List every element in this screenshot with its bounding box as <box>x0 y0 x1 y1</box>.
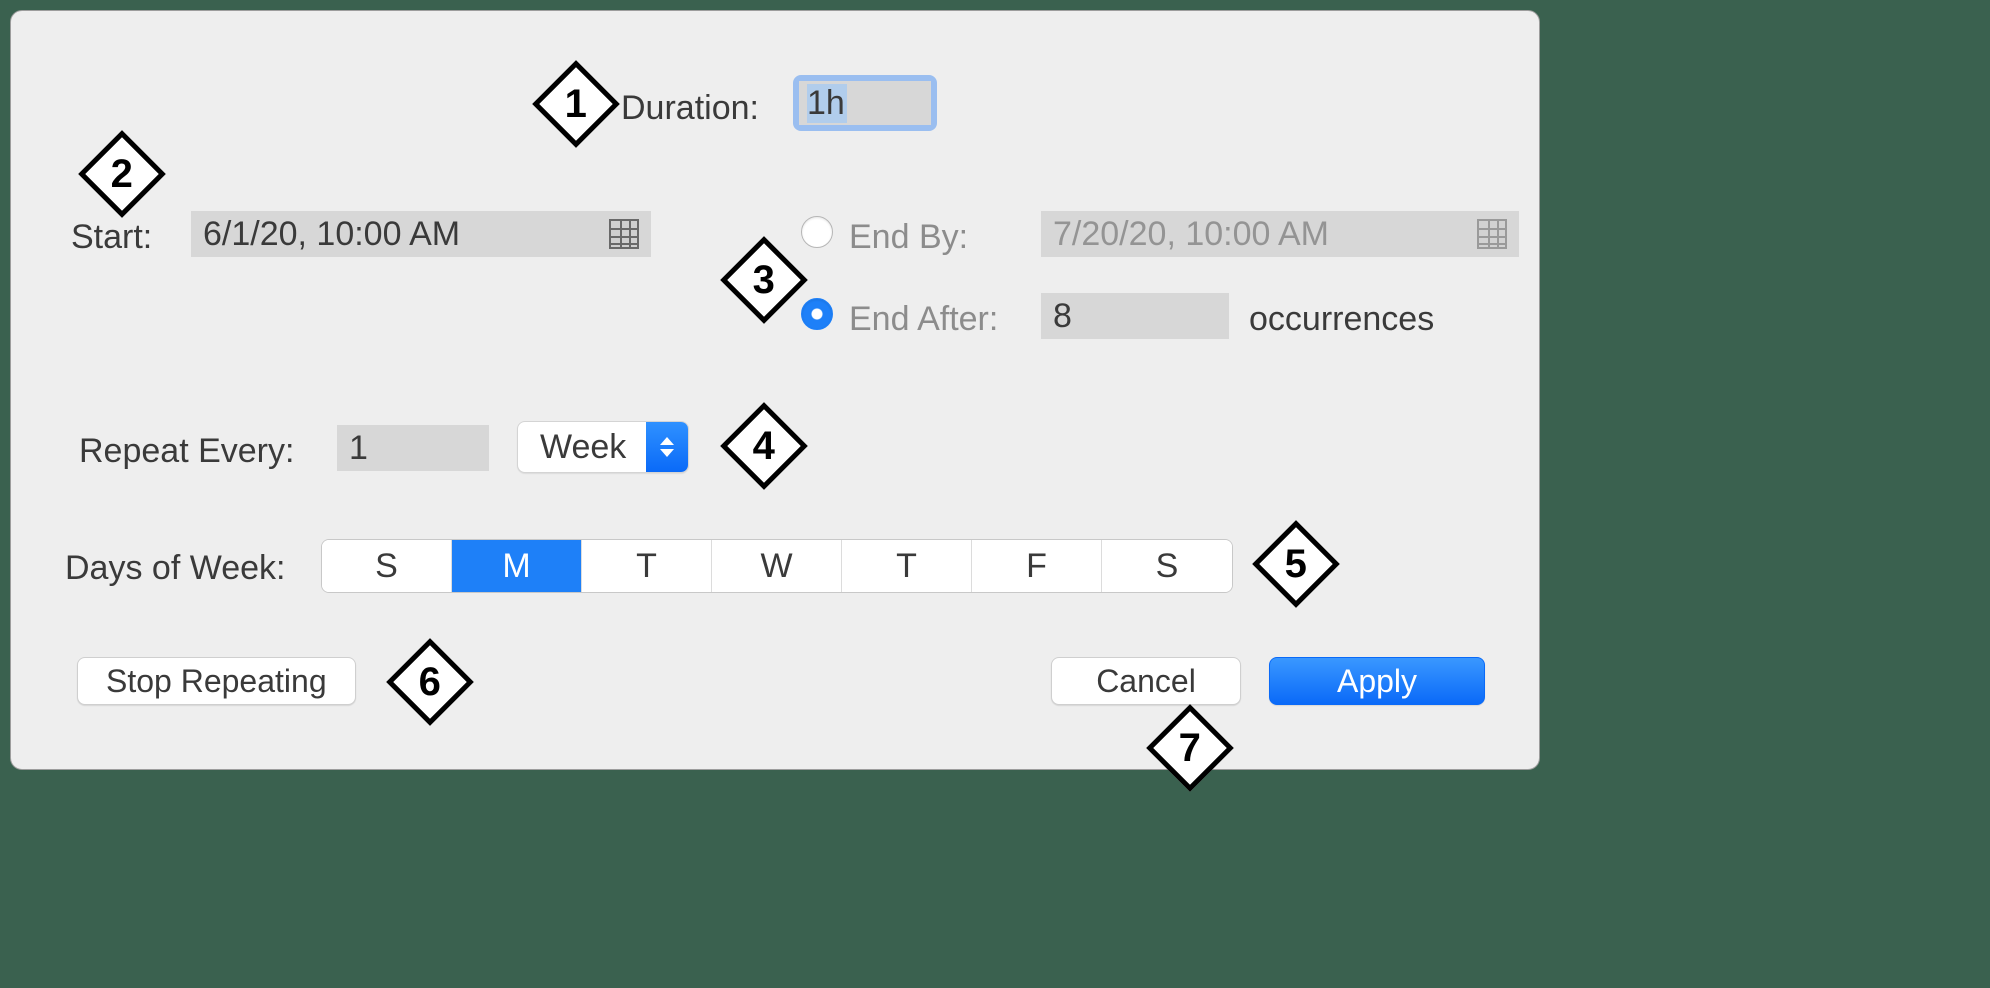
day-thu[interactable]: T <box>842 540 972 592</box>
start-label: Start: <box>71 218 152 257</box>
stop-repeating-button[interactable]: Stop Repeating <box>77 657 356 705</box>
days-of-week-segmented: S M T W T F S <box>321 539 1233 593</box>
end-after-radio[interactable] <box>801 298 833 330</box>
end-after-label: End After: <box>849 300 998 339</box>
start-value: 6/1/20, 10:00 AM <box>203 215 460 254</box>
callout-2: 2 <box>78 130 166 218</box>
end-after-count-field[interactable]: 8 <box>1041 293 1229 339</box>
callout-6: 6 <box>386 638 474 726</box>
occurrences-label: occurrences <box>1249 300 1434 339</box>
end-by-value: 7/20/20, 10:00 AM <box>1053 215 1329 254</box>
day-mon[interactable]: M <box>452 540 582 592</box>
callout-5: 5 <box>1252 520 1340 608</box>
day-tue[interactable]: T <box>582 540 712 592</box>
duration-field-focus-ring: 1h <box>793 75 937 131</box>
start-datetime-field[interactable]: 6/1/20, 10:00 AM <box>191 211 651 257</box>
duration-value: 1h <box>807 84 847 123</box>
recurrence-sheet: Duration: 1h Start: 6/1/20, 10:00 AM End… <box>10 10 1540 770</box>
day-sat[interactable]: S <box>1102 540 1232 592</box>
repeat-every-label: Repeat Every: <box>79 432 294 471</box>
days-of-week-label: Days of Week: <box>65 549 285 588</box>
end-by-label: End By: <box>849 218 968 257</box>
day-fri[interactable]: F <box>972 540 1102 592</box>
duration-label: Duration: <box>621 89 759 128</box>
callout-7: 7 <box>1146 704 1234 792</box>
repeat-count-field[interactable]: 1 <box>337 425 489 471</box>
end-after-value: 8 <box>1053 297 1072 336</box>
day-sun[interactable]: S <box>322 540 452 592</box>
callout-1: 1 <box>532 60 620 148</box>
day-wed[interactable]: W <box>712 540 842 592</box>
calendar-icon <box>1477 219 1507 249</box>
repeat-count-value: 1 <box>349 429 368 468</box>
up-down-icon <box>646 422 688 472</box>
end-by-datetime-field: 7/20/20, 10:00 AM <box>1041 211 1519 257</box>
repeat-unit-value: Week <box>518 428 646 467</box>
repeat-unit-select[interactable]: Week <box>517 421 689 473</box>
apply-button[interactable]: Apply <box>1269 657 1485 705</box>
callout-3: 3 <box>720 236 808 324</box>
calendar-icon[interactable] <box>609 219 639 249</box>
cancel-button[interactable]: Cancel <box>1051 657 1241 705</box>
end-by-radio[interactable] <box>801 216 833 248</box>
duration-input[interactable]: 1h <box>799 81 931 125</box>
callout-4: 4 <box>720 402 808 490</box>
